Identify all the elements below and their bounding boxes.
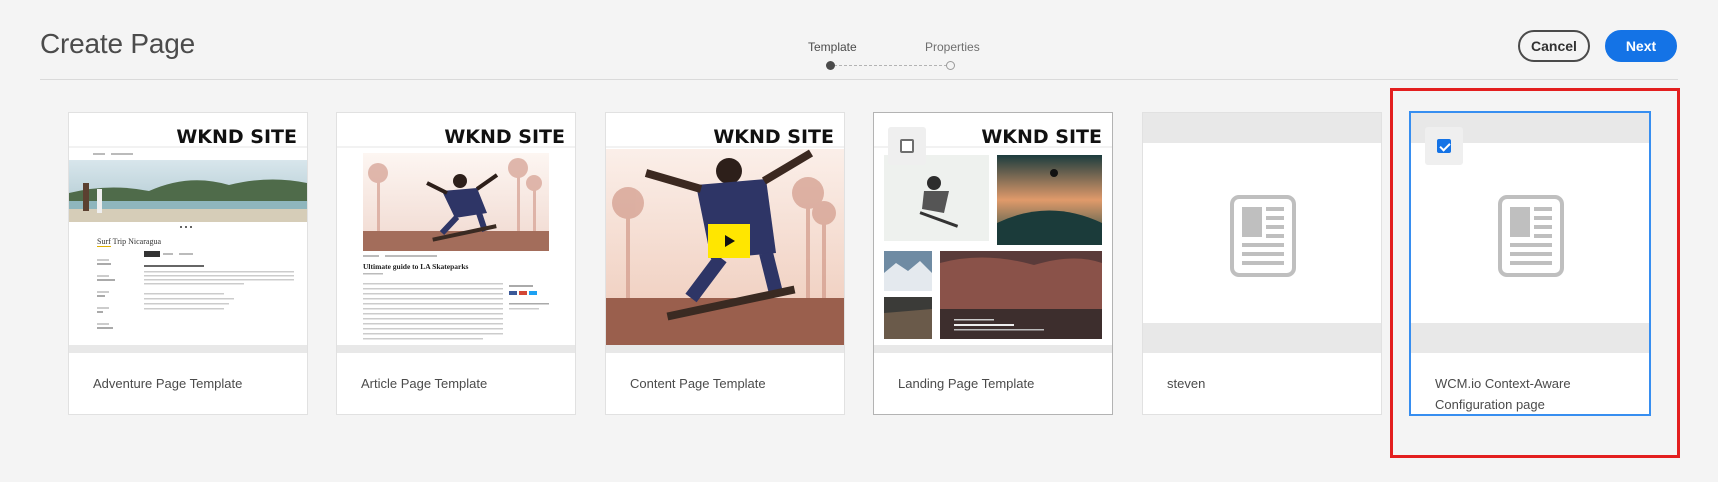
- template-thumbnail: WKND SITE Surf Trip Nicaragua: [69, 113, 307, 353]
- page-title: Create Page: [40, 28, 196, 59]
- placeholder-band: [1143, 113, 1381, 143]
- template-card-label: Article Page Template: [361, 376, 488, 391]
- step-properties-dot: [946, 61, 955, 70]
- template-card-label: Landing Page Template: [898, 376, 1035, 391]
- svg-text:WKND SITE: WKND SITE: [713, 126, 834, 148]
- template-card-content[interactable]: WKND SITE Content Page Template: [605, 112, 845, 415]
- document-icon: [1230, 195, 1296, 277]
- svg-text:WKND SITE: WKND SITE: [176, 126, 297, 148]
- svg-text:Surf Trip Nicaragua: Surf Trip Nicaragua: [97, 237, 161, 246]
- selection-highlight-box: [1390, 88, 1680, 458]
- next-button[interactable]: Next: [1605, 30, 1677, 62]
- stepper-track: [834, 65, 952, 66]
- template-thumbnail: [1143, 113, 1381, 353]
- content-preview-image: WKND SITE: [606, 113, 844, 353]
- page-header: Create Page Template Properties Cancel N…: [40, 0, 1678, 80]
- select-checkbox-container[interactable]: [888, 127, 926, 165]
- template-card-steven[interactable]: steven: [1142, 112, 1382, 415]
- step-template-label: Template: [808, 40, 857, 54]
- template-card-label: Adventure Page Template: [93, 376, 243, 391]
- template-card-adventure[interactable]: WKND SITE Surf Trip Nicaragua Adventure …: [68, 112, 308, 415]
- template-thumbnail: WKND SITE: [606, 113, 844, 353]
- placeholder-band: [1143, 323, 1381, 353]
- svg-text:WKND SITE: WKND SITE: [981, 126, 1102, 148]
- adventure-preview-image: WKND SITE Surf Trip Nicaragua: [69, 113, 307, 353]
- template-thumbnail: WKND SITE Ultimate guide to LA Skatepark…: [337, 113, 575, 353]
- article-preview-image: WKND SITE Ultimate guide to LA Skatepark…: [337, 113, 575, 353]
- svg-text:WKND SITE: WKND SITE: [444, 126, 565, 148]
- template-thumbnail: WKND SITE: [874, 113, 1112, 353]
- template-card-label: Content Page Template: [630, 376, 766, 391]
- template-card-label: steven: [1167, 376, 1206, 391]
- template-card-landing[interactable]: WKND SITE Landing Page Template: [873, 112, 1113, 415]
- template-card-article[interactable]: WKND SITE Ultimate guide to LA Skatepark…: [336, 112, 576, 415]
- wizard-stepper: Template Properties: [760, 40, 1000, 76]
- svg-text:Ultimate guide to LA Skatepark: Ultimate guide to LA Skateparks: [363, 262, 469, 271]
- cancel-button[interactable]: Cancel: [1518, 30, 1590, 62]
- step-properties-label: Properties: [925, 40, 980, 54]
- select-checkbox[interactable]: [900, 139, 914, 153]
- step-template-dot: [826, 61, 835, 70]
